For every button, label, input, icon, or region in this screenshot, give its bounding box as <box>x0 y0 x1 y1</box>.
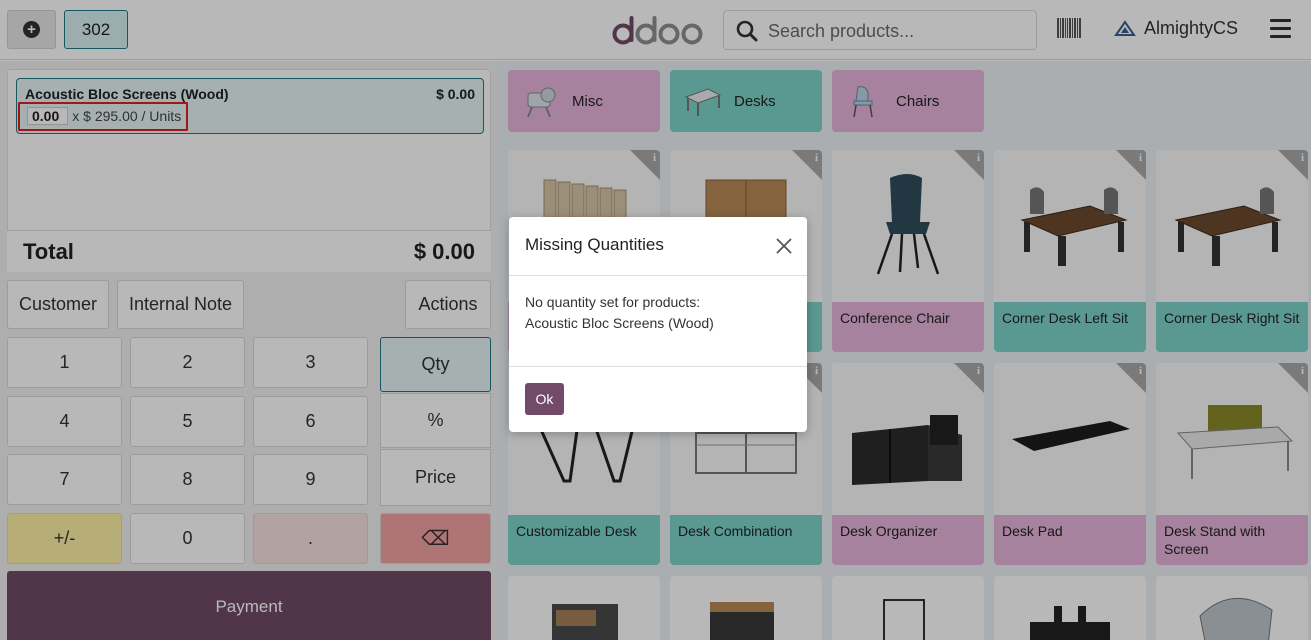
close-icon[interactable] <box>775 237 793 255</box>
dialog-message: No quantity set for products: <box>525 294 701 310</box>
ok-button[interactable]: Ok <box>525 383 564 415</box>
dialog-body: No quantity set for products: Acoustic B… <box>525 292 714 334</box>
missing-quantities-dialog: Missing Quantities No quantity set for p… <box>509 217 807 432</box>
dialog-divider <box>509 366 807 367</box>
dialog-product-name: Acoustic Bloc Screens (Wood) <box>525 315 714 331</box>
dialog-title: Missing Quantities <box>525 235 664 254</box>
dialog-divider <box>509 275 807 276</box>
